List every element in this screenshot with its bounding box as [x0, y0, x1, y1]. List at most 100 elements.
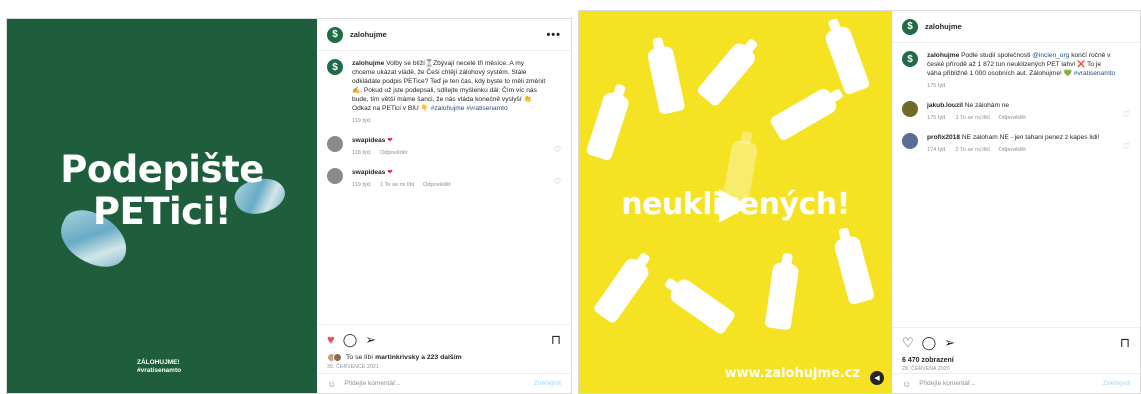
caption-mention[interactable]: @incien_org [1032, 52, 1069, 59]
emoji-icon[interactable]: ☺ [902, 379, 911, 389]
comment-row: jakub.louzil Ne zálohám ne 175 týd. 1 To… [902, 101, 1130, 123]
caption-author[interactable]: zalohujme [352, 60, 384, 67]
comment-like-icon[interactable]: ♡ [1123, 142, 1130, 151]
comment-row: profix2018 NE zaloham NE - jen tahani pe… [902, 133, 1130, 155]
comment-user[interactable]: profix2018 [927, 134, 960, 141]
reply-link[interactable]: Odpovědět [998, 147, 1025, 153]
bottle-shape [646, 45, 686, 115]
bottle-shape [823, 24, 871, 96]
reply-link[interactable]: Odpovědět [423, 182, 450, 188]
bottle-shape [585, 90, 631, 162]
title-line-2: PETici! [92, 190, 232, 233]
caption-meta: 119 týd. [352, 117, 547, 126]
caption-author[interactable]: zalohujme [927, 52, 959, 59]
liked-by-prefix: To se líbí [346, 354, 374, 361]
comment-time: 175 týd. [927, 115, 947, 121]
brand-url: www.zalohujme.cz [724, 366, 860, 381]
comment-likes[interactable]: 1 To se mi líbí [380, 182, 414, 188]
avatar[interactable] [902, 133, 918, 149]
caption-meta: 175 týd. [927, 82, 1116, 91]
bottle-shape [764, 261, 800, 331]
action-icons: ♥ ◯ ➢ ⊓ [327, 331, 561, 347]
title-line-1: Podepište [60, 148, 264, 191]
comment-meta: 118 týd. Odpovědět [352, 149, 414, 158]
post-actions: ♥ ◯ ➢ ⊓ To se líbí martinkrivsky a 223 d… [317, 324, 571, 370]
caption-time: 119 týd. [352, 118, 372, 124]
comment-text: ❤ [387, 169, 393, 176]
bookmark-icon[interactable]: ⊓ [1120, 336, 1130, 349]
reply-link[interactable]: Odpovědět [380, 150, 407, 156]
avatar[interactable]: $ [327, 26, 343, 43]
mute-icon[interactable]: ◀ [870, 371, 884, 385]
share-icon[interactable]: ➢ [365, 333, 376, 346]
add-comment-bar: ☺ Přidejte komentář... Zveřejnit [892, 373, 1140, 393]
liked-by-user[interactable]: martinkrivsky [375, 354, 419, 361]
play-icon[interactable] [719, 189, 749, 223]
comment-time: 119 týd. [352, 182, 372, 188]
avatar[interactable]: $ [327, 59, 343, 75]
avatar[interactable] [327, 168, 343, 184]
comment-text: ❤ [387, 137, 393, 144]
comment-like-icon[interactable]: ♡ [1123, 110, 1130, 119]
bookmark-icon[interactable]: ⊓ [551, 333, 561, 346]
comment-input[interactable]: Přidejte komentář... [919, 380, 975, 387]
comment-meta: 175 týd. 1 To se mi líbí Odpovědět [927, 114, 1033, 123]
post-date: 28. ČERVENA 2020 [902, 366, 950, 372]
bottle-shape [695, 40, 759, 108]
post-comment-button[interactable]: Zveřejnit [1103, 380, 1130, 387]
comment-meta: 119 týd. 1 To se mi líbí Odpovědět [352, 181, 457, 190]
comment-time: 118 týd. [352, 150, 372, 156]
post-username[interactable]: zalohujme [350, 30, 387, 39]
post-side-panel: $ zalohujme $ zalohujme Podle studií spo… [892, 11, 1140, 393]
more-options-icon[interactable]: ••• [546, 29, 561, 41]
comment-text: Ne zálohám ne [964, 102, 1010, 109]
comment-row: swapideas ❤ 119 týd. 1 To se mi líbí Odp… [327, 168, 561, 190]
post-video[interactable]: neuklizených! www.zalohujme.cz ◀ [579, 11, 892, 393]
liked-by-suffix[interactable]: a 223 dalším [421, 354, 461, 361]
comment-user[interactable]: swapideas [352, 169, 385, 176]
comment-user[interactable]: jakub.louzil [927, 102, 963, 109]
brand-name: ZÁLOHUJME! [137, 359, 180, 366]
comment-row: swapideas ❤ 118 týd. Odpovědět ♡ [327, 136, 561, 158]
post-username[interactable]: zalohujme [925, 22, 962, 31]
comment-like-icon[interactable]: ♡ [554, 145, 561, 154]
emoji-icon[interactable]: ☺ [327, 379, 336, 389]
add-comment-bar: ☺ Přidejte komentář... Zveřejnit [317, 373, 571, 393]
post-actions: ♡ ◯ ➢ ⊓ 6 470 zobrazení 28. ČERVENA 2020 [892, 327, 1140, 372]
comment-user[interactable]: swapideas [352, 137, 385, 144]
comment-input[interactable]: Přidejte komentář... [344, 380, 400, 387]
caption-tags[interactable]: #zalohujme #vratisenamto [431, 105, 508, 112]
post-date: 30. ČERVENCE 2021 [327, 364, 379, 370]
caption-time: 175 týd. [927, 83, 947, 89]
avatar[interactable] [327, 136, 343, 152]
comment-icon[interactable]: ◯ [922, 336, 937, 349]
comment-time: 174 týd. [927, 147, 947, 153]
comment-likes[interactable]: 1 To se mi líbí [955, 115, 989, 121]
bottle-shape [667, 276, 737, 336]
avatar[interactable] [902, 101, 918, 117]
post-comment-button[interactable]: Zveřejnit [534, 380, 561, 387]
avatar[interactable]: $ [902, 51, 918, 67]
avatar[interactable]: $ [902, 18, 918, 35]
caption-text: Podle studií společnosti [961, 52, 1031, 59]
comment-body: profix2018 NE zaloham NE - jen tahani pe… [927, 133, 1113, 155]
action-icons: ♡ ◯ ➢ ⊓ [902, 334, 1130, 350]
comments-list: $ zalohujme Podle studií společnosti @in… [892, 43, 1140, 155]
caption-body: zalohujme Volby se blíží⏳Zbývají necelé … [352, 59, 561, 126]
comment-like-icon[interactable]: ♡ [554, 177, 561, 186]
post-header: $ zalohujme ••• [317, 19, 571, 51]
comment-icon[interactable]: ◯ [343, 333, 358, 346]
post-side-panel: $ zalohujme ••• $ zalohujme Volby se blí… [317, 19, 571, 393]
heart-icon[interactable]: ♡ [902, 336, 914, 349]
instagram-post-2: neuklizených! www.zalohujme.cz ◀ $ zaloh… [578, 10, 1141, 394]
caption: $ zalohujme Volby se blíží⏳Zbývají necel… [327, 59, 561, 126]
caption-body: zalohujme Podle studií společnosti @inci… [927, 51, 1130, 91]
heart-icon[interactable]: ♥ [327, 333, 335, 346]
caption-tags[interactable]: #vratisenamto [1074, 70, 1115, 77]
view-count[interactable]: 6 470 zobrazení [902, 357, 1130, 364]
share-icon[interactable]: ➢ [944, 336, 955, 349]
comment-likes[interactable]: 2 To se mi líbí [955, 147, 989, 153]
post-image[interactable]: Podepište PETici! ZÁLOHUJME! #vratisenam… [7, 19, 317, 393]
reply-link[interactable]: Odpovědět [998, 115, 1025, 121]
brand-hashtag: #vratisenamto [137, 367, 182, 374]
